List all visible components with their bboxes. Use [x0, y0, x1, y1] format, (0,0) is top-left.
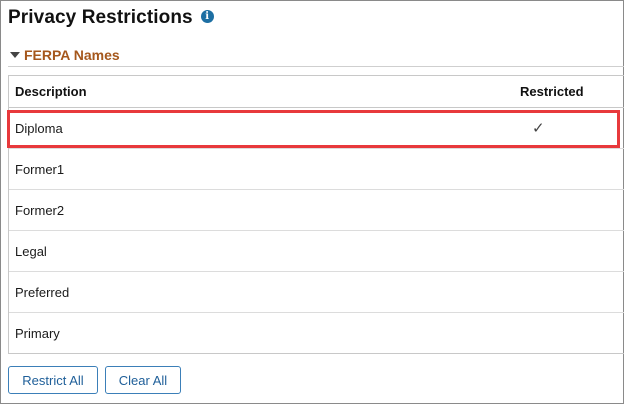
clear-all-button[interactable]: Clear All — [105, 366, 181, 394]
check-icon — [520, 202, 532, 219]
table-row[interactable]: Former2 — [9, 190, 624, 231]
section-title: FERPA Names — [24, 47, 120, 63]
check-icon — [520, 243, 532, 260]
cell-description: Primary — [15, 325, 60, 341]
column-header-description: Description — [15, 84, 87, 99]
check-icon — [520, 284, 532, 301]
column-header-restricted: Restricted — [520, 84, 584, 99]
check-icon — [520, 325, 532, 342]
restrict-all-button[interactable]: Restrict All — [8, 366, 98, 394]
check-icon — [520, 161, 532, 178]
info-icon[interactable]: i — [200, 9, 214, 23]
cell-description: Former1 — [15, 161, 65, 177]
caret-down-icon — [10, 52, 20, 58]
table-row[interactable]: Primary — [9, 313, 624, 353]
cell-description: Diploma — [15, 120, 63, 136]
section-divider — [8, 66, 624, 67]
ferpa-names-grid: Description Restricted Diploma ✓ Former1… — [8, 75, 624, 354]
cell-description: Former2 — [15, 202, 65, 218]
title-row: Privacy Restrictions i — [8, 6, 214, 30]
table-row[interactable]: Former1 — [9, 149, 624, 190]
page-title: Privacy Restrictions — [8, 7, 193, 28]
check-icon: ✓ — [532, 120, 545, 137]
table-row[interactable]: Legal — [9, 231, 624, 272]
table-row[interactable]: Preferred — [9, 272, 624, 313]
section-header-ferpa-names[interactable]: FERPA Names — [10, 47, 120, 63]
table-row[interactable]: Diploma ✓ — [9, 108, 624, 149]
grid-header: Description Restricted — [9, 76, 624, 108]
cell-description: Legal — [15, 243, 47, 259]
cell-description: Preferred — [15, 284, 70, 300]
